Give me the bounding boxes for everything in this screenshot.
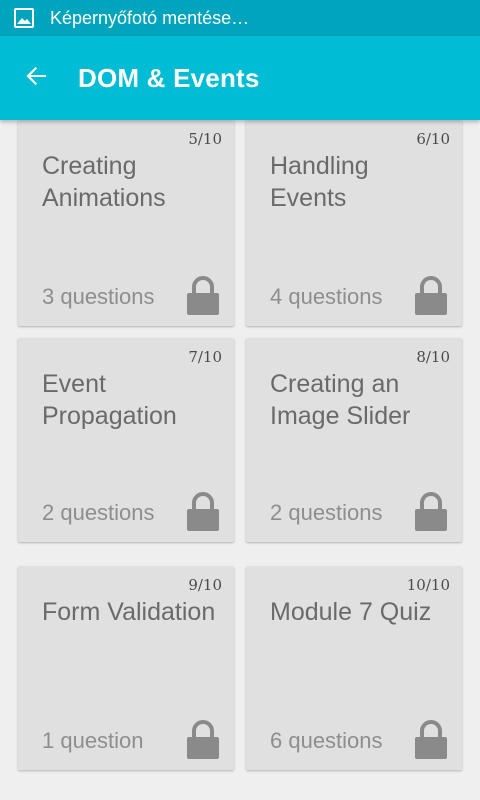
- question-count: 4 questions: [270, 284, 383, 309]
- lesson-grid: 5/10 Creating Animations 3 questions 6/1…: [0, 120, 480, 800]
- lesson-title: Creating Animations: [42, 152, 166, 212]
- lock-icon: [414, 492, 448, 532]
- lesson-card[interactable]: 9/10 Form Validation 1 question: [18, 566, 234, 770]
- lock-icon: [414, 276, 448, 316]
- status-text: Képernyőfotó mentése…: [50, 7, 250, 28]
- lock-icon: [186, 492, 220, 532]
- lesson-card[interactable]: 8/10 Creating an Image Slider 2 question…: [246, 338, 462, 542]
- arrow-back-icon: [22, 62, 50, 95]
- page-title: DOM & Events: [78, 62, 260, 93]
- lesson-title: Form Validation: [42, 598, 216, 626]
- image-icon: [14, 8, 34, 28]
- question-count: 2 questions: [42, 500, 155, 525]
- lesson-card[interactable]: 10/10 Module 7 Quiz 6 questions: [246, 566, 462, 770]
- app-bar: DOM & Events: [0, 36, 480, 120]
- lock-icon: [186, 720, 220, 760]
- lesson-progress: 6/10: [416, 130, 450, 148]
- back-button[interactable]: [12, 54, 60, 102]
- lesson-progress: 9/10: [188, 576, 222, 594]
- lesson-card[interactable]: 7/10 Event Propagation 2 questions: [18, 338, 234, 542]
- lesson-title: Event Propagation: [42, 370, 177, 430]
- lesson-progress: 7/10: [188, 348, 222, 366]
- lesson-progress: 8/10: [416, 348, 450, 366]
- question-count: 6 questions: [270, 728, 383, 753]
- question-count: 1 question: [42, 728, 144, 753]
- lesson-title: Handling Events: [270, 152, 369, 212]
- lesson-progress: 5/10: [188, 130, 222, 148]
- lesson-title: Creating an Image Slider: [270, 370, 411, 430]
- lock-icon: [186, 276, 220, 316]
- lesson-progress: 10/10: [406, 576, 450, 594]
- question-count: 3 questions: [42, 284, 155, 309]
- lock-icon: [414, 720, 448, 760]
- lesson-card[interactable]: 6/10 Handling Events 4 questions: [246, 120, 462, 326]
- lesson-title: Module 7 Quiz: [270, 598, 432, 626]
- status-bar: Képernyőfotó mentése…: [0, 0, 480, 36]
- question-count: 2 questions: [270, 500, 383, 525]
- lesson-card[interactable]: 5/10 Creating Animations 3 questions: [18, 120, 234, 326]
